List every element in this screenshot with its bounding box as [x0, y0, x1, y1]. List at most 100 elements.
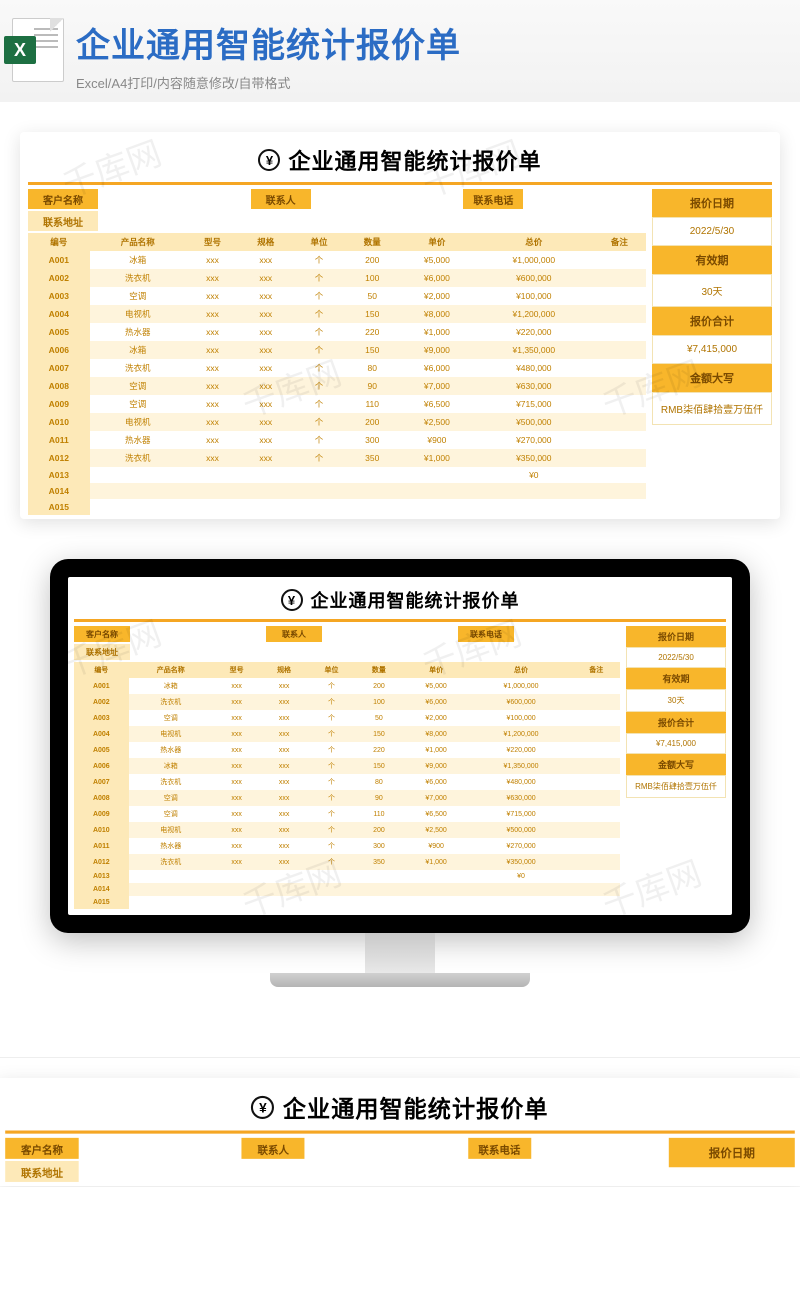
col-header: 数量 — [355, 662, 402, 678]
address-row: 联系地址 — [74, 644, 620, 660]
table-row: A008空调xxxxxx 个90¥7,000¥630,000 — [28, 377, 646, 395]
table-row: A013 ¥0 — [74, 870, 620, 883]
quote-table: 编号产品名称型号规格单位数量单价总价备注 A001冰箱xxxxxx 个200¥5… — [28, 233, 646, 515]
side-validity-value: 30天 — [626, 689, 726, 712]
table-row: A006冰箱xxxxxx 个150¥9,000¥1,350,000 — [74, 758, 620, 774]
customer-info-row: 客户名称 联系人 联系电话 — [5, 1138, 662, 1159]
address-row: 联系地址 — [5, 1161, 662, 1182]
sheet-title-row: ¥ 企业通用智能统计报价单 — [28, 144, 772, 176]
table-row: A012洗衣机xxxxxx 个350¥1,000¥350,000 — [28, 449, 646, 467]
sheet-title-text: 企业通用智能统计报价单 — [283, 1091, 549, 1125]
table-row: A009空调xxxxxx 个110¥6,500¥715,000 — [28, 395, 646, 413]
table-row: A015 — [28, 499, 646, 515]
col-header: 单位 — [308, 662, 355, 678]
table-row: A004电视机xxxxxx 个150¥8,000¥1,200,000 — [28, 305, 646, 323]
col-header: 数量 — [346, 233, 399, 251]
col-header: 产品名称 — [90, 233, 186, 251]
table-row: A004电视机xxxxxx 个150¥8,000¥1,200,000 — [74, 726, 620, 742]
side-date-value: 2022/5/30 — [652, 217, 772, 246]
monitor-stand-neck — [365, 933, 435, 973]
table-row: A005热水器xxxxxx 个220¥1,000¥220,000 — [28, 323, 646, 341]
preview-card-flat: ¥ 企业通用智能统计报价单 客户名称 联系人 联系电话 联系地址 编号产品名称型… — [20, 132, 780, 519]
table-row: A007洗衣机xxxxxx 个80¥6,000¥480,000 — [74, 774, 620, 790]
side-date-label: 报价日期 — [669, 1138, 795, 1167]
table-row: A012洗衣机xxxxxx 个350¥1,000¥350,000 — [74, 854, 620, 870]
table-row: A015 — [74, 896, 620, 909]
sheet-title-row: ¥ 企业通用智能统计报价单 — [74, 587, 726, 613]
col-header: 产品名称 — [129, 662, 213, 678]
side-date-value: 2022/5/30 — [626, 647, 726, 668]
contact-person-label: 联系人 — [242, 1138, 305, 1159]
side-total-label: 报价合计 — [652, 307, 772, 335]
table-row: A008空调xxxxxx 个90¥7,000¥630,000 — [74, 790, 620, 806]
table-row: A003空调xxxxxx 个50¥2,000¥100,000 — [28, 287, 646, 305]
side-caps-label: 金额大写 — [652, 364, 772, 392]
table-row: A002洗衣机xxxxxx 个100¥6,000¥600,000 — [28, 269, 646, 287]
side-caps-value: RMB柒佰肆拾壹万伍仟 — [626, 775, 726, 798]
side-validity-label: 有效期 — [626, 668, 726, 689]
table-row: A010电视机xxxxxx 个200¥2,500¥500,000 — [74, 822, 620, 838]
address-label: 联系地址 — [28, 211, 98, 231]
customer-name-label: 客户名称 — [74, 626, 130, 642]
currency-icon: ¥ — [251, 1096, 274, 1119]
currency-icon: ¥ — [281, 589, 303, 611]
summary-sidebar: 报价日期 — [669, 1138, 795, 1182]
customer-name-label: 客户名称 — [5, 1138, 78, 1159]
col-header: 单价 — [403, 662, 470, 678]
address-row: 联系地址 — [28, 211, 646, 231]
hero-subtitle: Excel/A4打印/内容随意修改/自带格式 — [76, 73, 461, 92]
hero-title: 企业通用智能统计报价单 — [76, 18, 461, 67]
sheet-title-row: ¥ 企业通用智能统计报价单 — [5, 1091, 795, 1125]
table-row: A005热水器xxxxxx 个220¥1,000¥220,000 — [74, 742, 620, 758]
table-row: A013 ¥0 — [28, 467, 646, 483]
col-header: 备注 — [573, 662, 621, 678]
customer-name-label: 客户名称 — [28, 189, 98, 209]
table-row: A011热水器xxxxxx 个300¥900¥270,000 — [28, 431, 646, 449]
monitor-stand-base — [270, 973, 530, 987]
title-underline — [74, 619, 726, 622]
table-row: A014 — [28, 483, 646, 499]
side-validity-label: 有效期 — [652, 246, 772, 274]
side-caps-label: 金额大写 — [626, 754, 726, 775]
currency-icon: ¥ — [258, 149, 280, 171]
col-header: 编号 — [28, 233, 90, 251]
side-date-label: 报价日期 — [652, 189, 772, 217]
side-caps-value: RMB柒佰肆拾壹万伍仟 — [652, 392, 772, 425]
col-header: 总价 — [470, 662, 573, 678]
side-total-value: ¥7,415,000 — [652, 335, 772, 364]
col-header: 单价 — [399, 233, 475, 251]
contact-phone-label: 联系电话 — [458, 626, 514, 642]
table-row: A001冰箱xxxxxx 个200¥5,000¥1,000,000 — [74, 678, 620, 694]
table-row: A010电视机xxxxxx 个200¥2,500¥500,000 — [28, 413, 646, 431]
title-underline — [5, 1131, 795, 1134]
table-row: A002洗衣机xxxxxx 个100¥6,000¥600,000 — [74, 694, 620, 710]
side-date-label: 报价日期 — [626, 626, 726, 647]
customer-info-row: 客户名称 联系人 联系电话 — [28, 189, 646, 209]
table-row: A007洗衣机xxxxxx 个80¥6,000¥480,000 — [28, 359, 646, 377]
summary-sidebar: 报价日期 2022/5/30 有效期 30天 报价合计 ¥7,415,000 金… — [626, 626, 726, 909]
col-header: 单位 — [292, 233, 345, 251]
col-header: 规格 — [260, 662, 307, 678]
col-header: 规格 — [239, 233, 292, 251]
sheet-title-text: 企业通用智能统计报价单 — [288, 144, 541, 176]
customer-info-row: 客户名称 联系人 联系电话 — [74, 626, 620, 642]
col-header: 总价 — [475, 233, 593, 251]
monitor-mockup: ¥ 企业通用智能统计报价单 客户名称 联系人 联系电话 联系地址 编号产品名称型… — [20, 559, 780, 987]
sheet-title-text: 企业通用智能统计报价单 — [311, 587, 520, 613]
col-header: 备注 — [593, 233, 646, 251]
contact-phone-label: 联系电话 — [463, 189, 523, 209]
quote-table: 编号产品名称型号规格单位数量单价总价备注 A001冰箱xxxxxx 个200¥5… — [74, 662, 620, 909]
hero-header: X 企业通用智能统计报价单 Excel/A4打印/内容随意修改/自带格式 — [0, 0, 800, 102]
excel-file-icon: X — [12, 18, 64, 82]
address-label: 联系地址 — [5, 1161, 78, 1182]
col-header: 编号 — [74, 662, 129, 678]
table-row: A001冰箱xxxxxx 个200¥5,000¥1,000,000 — [28, 251, 646, 269]
bottom-cropped-preview: 千库网 千库网 ¥ 企业通用智能统计报价单 客户名称 联系人 联系电话 联系地址 — [0, 1057, 800, 1187]
table-row: A011热水器xxxxxx 个300¥900¥270,000 — [74, 838, 620, 854]
address-label: 联系地址 — [74, 644, 130, 660]
contact-person-label: 联系人 — [266, 626, 322, 642]
summary-sidebar: 报价日期 2022/5/30 有效期 30天 报价合计 ¥7,415,000 金… — [652, 189, 772, 515]
contact-person-label: 联系人 — [251, 189, 311, 209]
excel-x-badge: X — [4, 36, 36, 64]
col-header: 型号 — [186, 233, 239, 251]
